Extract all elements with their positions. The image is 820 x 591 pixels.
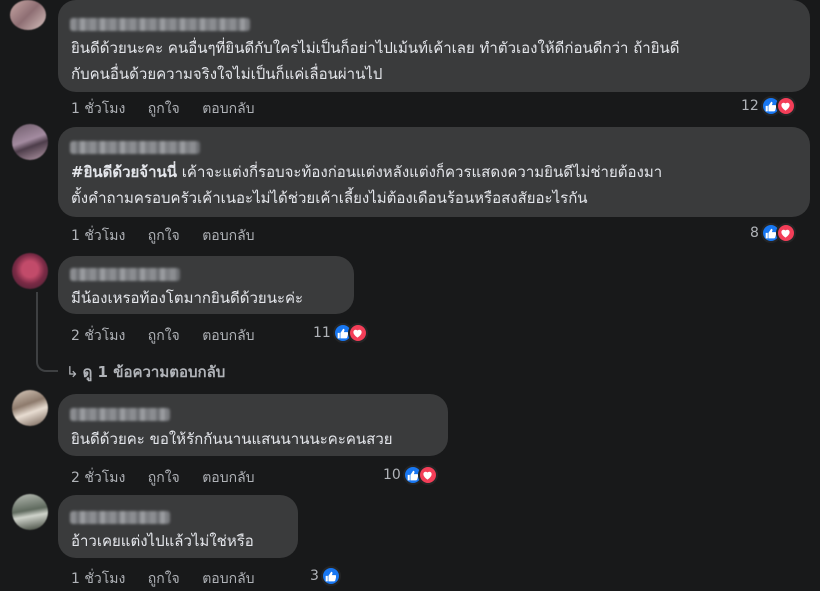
comment-bubble: ยินดีด้วยนะคะ คนอื่นๆที่ยินดีกับใครไม่เป… bbox=[58, 0, 810, 92]
like-icon bbox=[320, 566, 341, 586]
reaction-count: 3 bbox=[310, 568, 319, 584]
reaction-summary[interactable]: 3 bbox=[310, 566, 341, 586]
avatar[interactable] bbox=[12, 494, 48, 530]
comment-text: กับคนอื่นด้วยความจริงใจไม่เป็นก็แค่เลื่อ… bbox=[71, 65, 383, 83]
love-icon bbox=[417, 465, 438, 485]
timestamp[interactable]: 2 ชั่วโมง bbox=[71, 328, 125, 344]
comment-text: #ยินดีด้วยจ้านนี่ เค้าจะแต่งกี่รอบจะท้อง… bbox=[71, 163, 663, 181]
reaction-summary[interactable]: 8 bbox=[750, 223, 796, 243]
timestamp[interactable]: 1 ชั่วโมง bbox=[71, 228, 125, 244]
reply-button[interactable]: ตอบกลับ bbox=[202, 101, 254, 117]
comment-bubble: #ยินดีด้วยจ้านนี่ เค้าจะแต่งกี่รอบจะท้อง… bbox=[58, 127, 810, 217]
like-button[interactable]: ถูกใจ bbox=[148, 470, 180, 486]
comment-actions: 2 ชั่วโมง ถูกใจ ตอบกลับ bbox=[71, 467, 255, 489]
avatar[interactable] bbox=[12, 253, 48, 289]
author-name-blurred[interactable] bbox=[70, 18, 250, 31]
comment-text: อ้าวเคยแต่งไปแล้วไม่ใช่หรือ bbox=[71, 532, 254, 550]
love-icon bbox=[775, 96, 796, 116]
reaction-count: 8 bbox=[750, 225, 759, 241]
reply-button[interactable]: ตอบกลับ bbox=[202, 328, 254, 344]
reply-button[interactable]: ตอบกลับ bbox=[202, 571, 254, 587]
avatar[interactable] bbox=[12, 124, 48, 160]
author-name-blurred[interactable] bbox=[70, 141, 200, 154]
reaction-summary[interactable]: 11 bbox=[313, 323, 368, 343]
comment-actions: 1 ชั่วโมง ถูกใจ ตอบกลับ bbox=[71, 98, 255, 120]
reply-arrow-icon: ↳ bbox=[66, 363, 79, 381]
avatar[interactable] bbox=[10, 0, 46, 30]
reply-button[interactable]: ตอบกลับ bbox=[202, 228, 254, 244]
view-replies-link[interactable]: ↳ ดู 1 ข้อความตอบกลับ bbox=[66, 360, 225, 384]
comment-bubble: มีน้องเหรอท้องโตมากยินดีด้วยนะค่ะ bbox=[58, 256, 354, 314]
like-button[interactable]: ถูกใจ bbox=[148, 101, 180, 117]
reaction-count: 12 bbox=[741, 98, 759, 114]
timestamp[interactable]: 1 ชั่วโมง bbox=[71, 101, 125, 117]
reaction-summary[interactable]: 10 bbox=[383, 465, 438, 485]
timestamp[interactable]: 2 ชั่วโมง bbox=[71, 470, 125, 486]
comment-bubble: ยินดีด้วยคะ ขอให้รักกันนานแสนนานนะคะคนสว… bbox=[58, 394, 448, 456]
comment-text: มีน้องเหรอท้องโตมากยินดีด้วยนะค่ะ bbox=[71, 289, 304, 307]
hashtag-link[interactable]: #ยินดีด้วยจ้านนี่ bbox=[71, 163, 177, 181]
thread-connector bbox=[36, 292, 58, 372]
like-button[interactable]: ถูกใจ bbox=[148, 571, 180, 587]
like-button[interactable]: ถูกใจ bbox=[148, 228, 180, 244]
timestamp[interactable]: 1 ชั่วโมง bbox=[71, 571, 125, 587]
love-icon bbox=[347, 323, 368, 343]
comment-text: ยินดีด้วยนะคะ คนอื่นๆที่ยินดีกับใครไม่เป… bbox=[71, 39, 680, 57]
comment-actions: 2 ชั่วโมง ถูกใจ ตอบกลับ bbox=[71, 325, 255, 347]
like-button[interactable]: ถูกใจ bbox=[148, 328, 180, 344]
author-name-blurred[interactable] bbox=[70, 408, 170, 421]
avatar[interactable] bbox=[12, 390, 48, 426]
comment-bubble: อ้าวเคยแต่งไปแล้วไม่ใช่หรือ bbox=[58, 495, 298, 558]
author-name-blurred[interactable] bbox=[70, 268, 180, 281]
reply-button[interactable]: ตอบกลับ bbox=[202, 470, 254, 486]
comment-actions: 1 ชั่วโมง ถูกใจ ตอบกลับ bbox=[71, 225, 255, 247]
author-name-blurred[interactable] bbox=[70, 511, 170, 524]
comment-text: ยินดีด้วยคะ ขอให้รักกันนานแสนนานนะคะคนสว… bbox=[71, 430, 393, 448]
reaction-count: 11 bbox=[313, 325, 331, 341]
reaction-summary[interactable]: 12 bbox=[741, 96, 796, 116]
comment-text: ตั้งคำถามครอบครัวเค้าเนอะไม่ได้ช่วยเค้าเ… bbox=[71, 189, 588, 207]
comment-actions: 1 ชั่วโมง ถูกใจ ตอบกลับ bbox=[71, 568, 255, 590]
reaction-count: 10 bbox=[383, 467, 401, 483]
love-icon bbox=[775, 223, 796, 243]
